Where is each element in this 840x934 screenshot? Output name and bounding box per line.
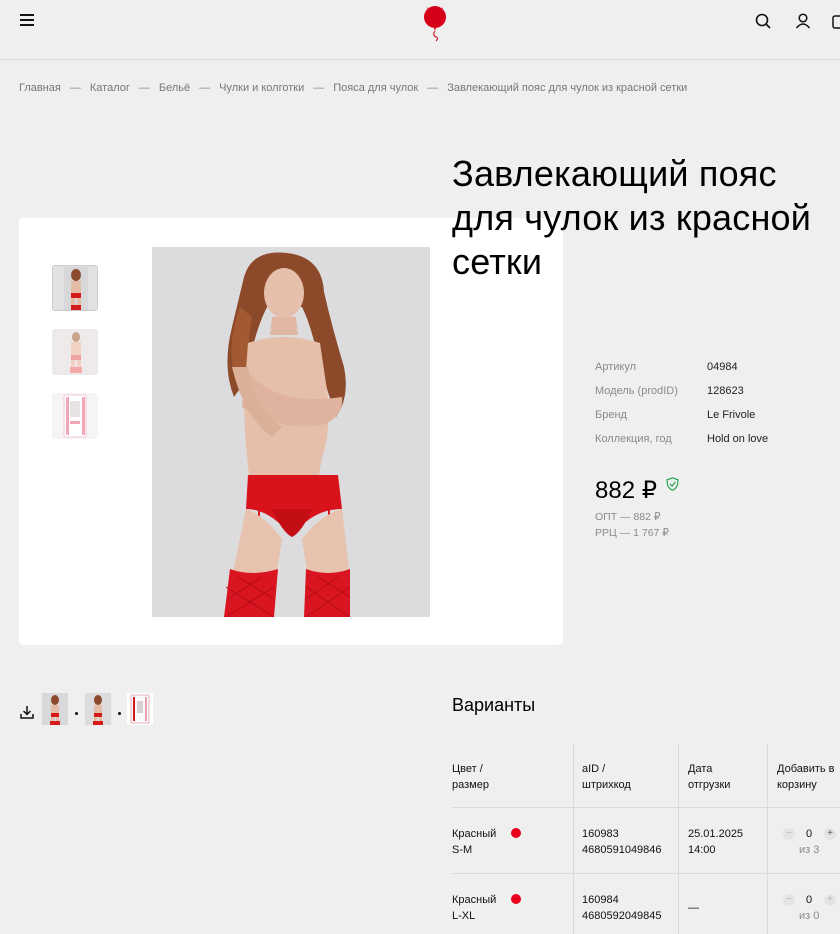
shield-check-icon xyxy=(666,477,679,491)
variant-size: S-M xyxy=(452,844,473,856)
spec-row-model: Модель (prodID) 128623 xyxy=(595,385,835,409)
variant-color: Красный xyxy=(452,828,497,840)
variant-ids: 160983 4680591049846 xyxy=(582,826,662,858)
breadcrumb-current: Завлекающий пояс для чулок из красной се… xyxy=(447,82,688,94)
breadcrumb-lingerie[interactable]: Бельё xyxy=(159,82,190,94)
quantity-max: из 3 xyxy=(799,844,820,856)
column-header-aid: aID / штрихкод xyxy=(582,763,631,791)
column-divider xyxy=(678,808,679,873)
variant-time: 14:00 xyxy=(688,844,716,856)
quantity-max: из 0 xyxy=(799,910,820,922)
variant-date: 25.01.2025 xyxy=(688,828,744,840)
search-icon[interactable] xyxy=(754,12,772,30)
variant-shipping: — xyxy=(688,900,699,916)
gallery-thumb-2[interactable] xyxy=(52,329,98,375)
breadcrumb-garter-belts[interactable]: Пояса для чулок xyxy=(333,82,418,94)
quantity-increment-button[interactable]: + xyxy=(824,894,836,906)
column-divider xyxy=(573,808,574,873)
spec-label: Артикул xyxy=(595,361,637,373)
column-divider xyxy=(678,744,679,807)
column-divider xyxy=(767,808,768,873)
quantity-increment-button[interactable]: + xyxy=(824,828,836,840)
variant-date: — xyxy=(688,902,699,914)
variant-color-size: Красный L-XL xyxy=(452,892,512,924)
opt-price: ОПТ — 882 ₽ xyxy=(595,511,661,523)
spec-value: 04984 xyxy=(707,361,738,373)
column-divider xyxy=(767,874,768,934)
product-main-image[interactable] xyxy=(152,247,430,617)
table-row: Красный S-M 160983 4680591049846 25.01.2… xyxy=(452,808,840,874)
spec-label: Модель (prodID) xyxy=(595,385,678,397)
product-title: Завлекающий пояс для чулок из красной се… xyxy=(452,153,812,282)
download-thumb-2[interactable] xyxy=(85,693,111,725)
spec-value-link[interactable]: Hold on love xyxy=(707,433,768,445)
devil-balloon-logo[interactable] xyxy=(421,0,449,42)
quantity-decrement-button[interactable]: − xyxy=(783,894,795,906)
spec-value-link[interactable]: Le Frivole xyxy=(707,409,755,421)
download-thumb-1[interactable] xyxy=(42,693,68,725)
breadcrumb-separator: — xyxy=(138,82,150,94)
column-header-add-to-cart: Добавить в корзину xyxy=(777,763,835,791)
breadcrumb-home[interactable]: Главная xyxy=(19,82,61,94)
column-header-date: Дата отгрузки xyxy=(688,763,731,791)
cart-icon[interactable] xyxy=(832,12,840,30)
spec-row-collection: Коллекция, год Hold on love xyxy=(595,433,835,457)
column-header-color-size: Цвет / размер xyxy=(452,763,489,791)
table-header: Цвет / размер aID / штрихкод Дата отгруз… xyxy=(452,744,840,808)
separator-dot xyxy=(75,712,78,715)
product-specs: Артикул 04984 Модель (prodID) 128623 Бре… xyxy=(595,361,835,457)
spec-label: Коллекция, год xyxy=(595,433,672,445)
color-swatch xyxy=(511,894,521,904)
quantity-value[interactable]: 0 xyxy=(806,894,812,906)
separator-dot xyxy=(118,712,121,715)
hamburger-icon[interactable] xyxy=(20,14,34,26)
breadcrumb-catalog[interactable]: Каталог xyxy=(90,82,130,94)
variant-aid: 160984 xyxy=(582,894,619,906)
site-header xyxy=(0,0,840,60)
spec-row-article: Артикул 04984 xyxy=(595,361,835,385)
column-divider xyxy=(767,744,768,807)
variant-size: L-XL xyxy=(452,910,476,922)
download-icon[interactable] xyxy=(19,704,35,720)
variant-ids: 160984 4680592049845 xyxy=(582,892,662,924)
variant-color: Красный xyxy=(452,894,497,906)
breadcrumb-separator: — xyxy=(199,82,211,94)
product-price: 882 ₽ xyxy=(595,477,657,504)
breadcrumb-separator: — xyxy=(427,82,439,94)
column-divider xyxy=(573,874,574,934)
table-row: Красный L-XL 160984 4680592049845 — − 0 … xyxy=(452,874,840,934)
variant-barcode: 4680591049846 xyxy=(582,844,662,856)
variant-shipping: 25.01.2025 14:00 xyxy=(688,826,743,858)
color-swatch xyxy=(511,828,521,838)
variant-barcode: 4680592049845 xyxy=(582,910,662,922)
variants-title: Варианты xyxy=(452,695,536,715)
breadcrumb-separator: — xyxy=(313,82,325,94)
spec-value: 128623 xyxy=(707,385,744,397)
variants-table: Цвет / размер aID / штрихкод Дата отгруз… xyxy=(452,744,840,934)
gallery-thumb-1[interactable] xyxy=(52,265,98,311)
column-divider xyxy=(678,874,679,934)
spec-label: Бренд xyxy=(595,409,627,421)
gallery-thumb-3[interactable] xyxy=(52,393,98,439)
variant-color-size: Красный S-M xyxy=(452,826,512,858)
breadcrumb: Главная — Каталог — Бельё — Чулки и колготки — П… xyxy=(19,82,687,94)
quantity-decrement-button[interactable]: − xyxy=(783,828,795,840)
download-thumb-3[interactable] xyxy=(127,693,153,725)
column-divider xyxy=(573,744,574,807)
breadcrumb-separator: — xyxy=(69,82,81,94)
rrc-price: РРЦ — 1 767 ₽ xyxy=(595,527,669,539)
quantity-value[interactable]: 0 xyxy=(806,828,812,840)
breadcrumb-stockings[interactable]: Чулки и колготки xyxy=(219,82,304,94)
spec-row-brand: Бренд Le Frivole xyxy=(595,409,835,433)
user-icon[interactable] xyxy=(794,12,812,30)
variant-aid: 160983 xyxy=(582,828,619,840)
